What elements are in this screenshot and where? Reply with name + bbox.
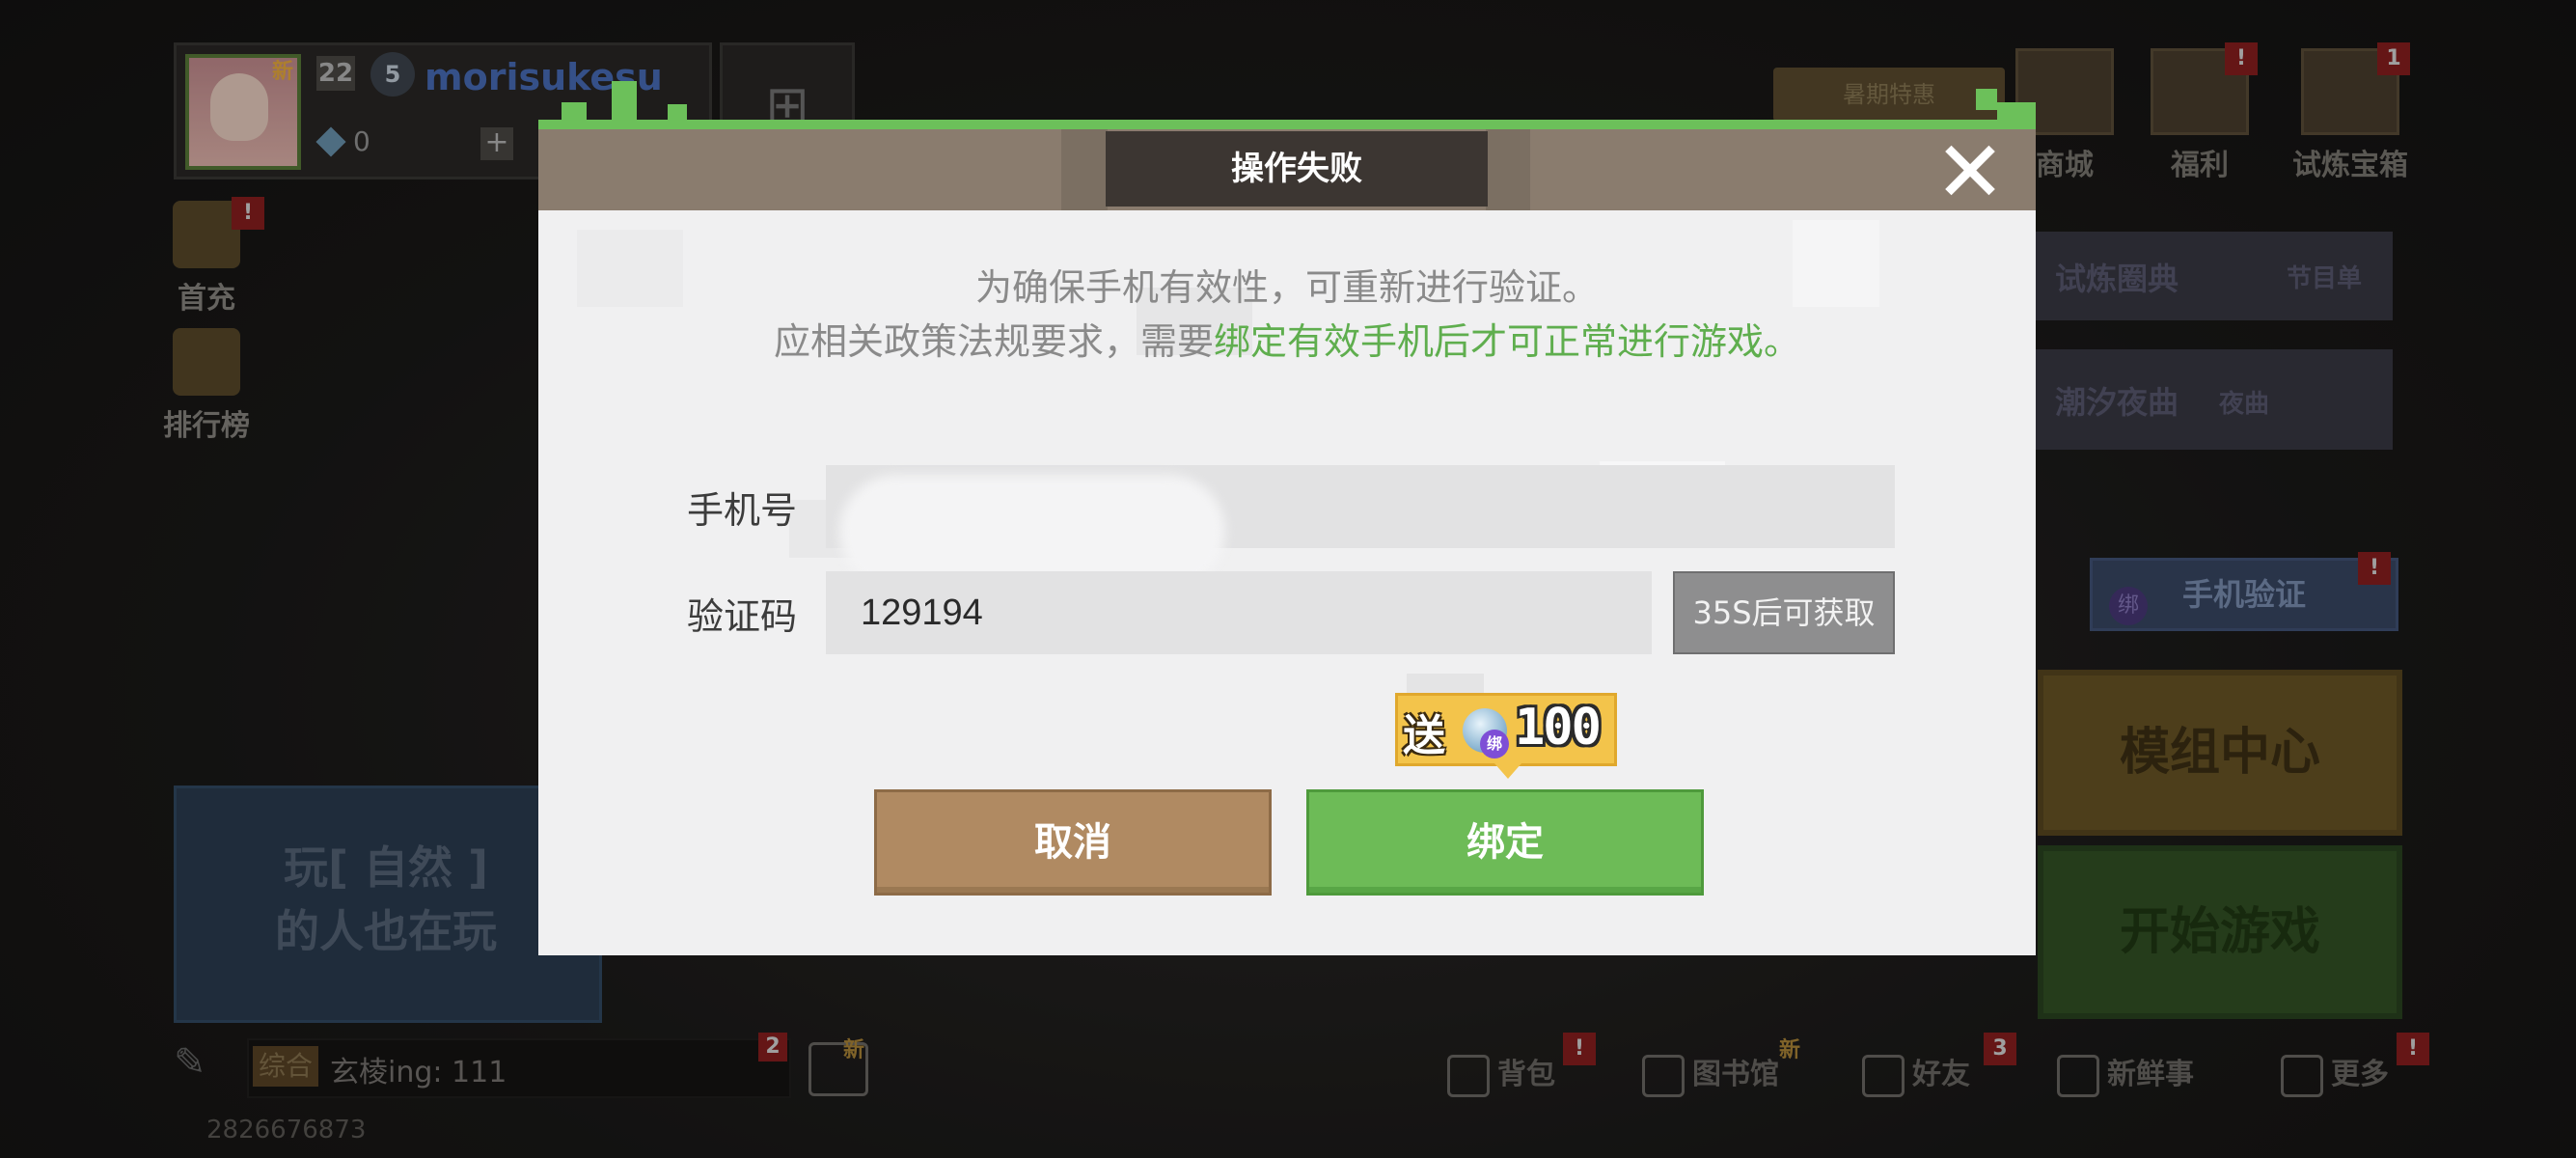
reward-amount: 100	[1515, 699, 1602, 757]
notice-line-2-highlight: 绑定有效手机后才可正常进行游戏。	[1214, 320, 1801, 363]
dialog-green-strip	[538, 120, 2036, 129]
bind-button[interactable]: 绑定	[1306, 789, 1704, 896]
title-plate-shade-left	[1061, 129, 1108, 210]
reward-send-text: 送	[1403, 711, 1445, 760]
code-label: 验证码	[687, 595, 798, 638]
title-plate-shade-right	[1486, 129, 1530, 210]
get-code-button[interactable]: 35S后可获取	[1673, 571, 1895, 654]
notice-line-2-plain: 应相关政策法规要求，需要	[773, 320, 1214, 363]
phone-label: 手机号	[687, 489, 798, 532]
verification-code-input[interactable]: 129194	[826, 571, 1652, 654]
reward-bind-tag: 绑	[1480, 730, 1509, 758]
dialog-title: 操作失败	[1231, 150, 1362, 188]
notice-line-1: 为确保手机有效性，可重新进行验证。	[974, 266, 1599, 309]
cancel-button[interactable]: 取消	[874, 789, 1272, 896]
notice-line-2: 应相关政策法规要求，需要绑定有效手机后才可正常进行游戏。	[538, 315, 2036, 369]
close-icon[interactable]	[1943, 143, 1997, 197]
dialog-notice: 为确保手机有效性，可重新进行验证。 应相关政策法规要求，需要绑定有效手机后才可正…	[538, 261, 2036, 369]
